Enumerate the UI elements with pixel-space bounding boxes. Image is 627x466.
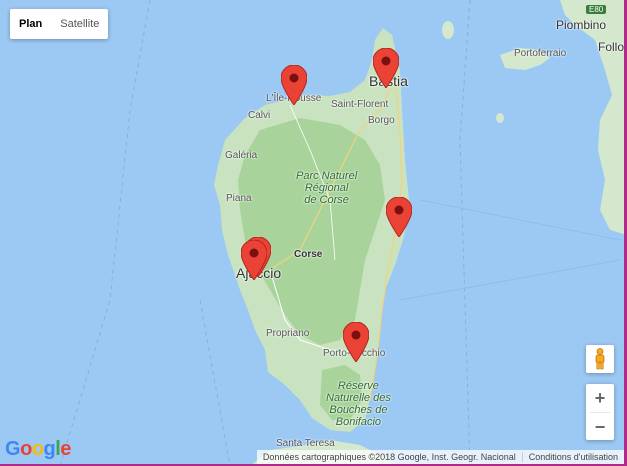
place-propriano: Propriano: [266, 328, 310, 339]
pegman-icon: [595, 348, 605, 370]
place-saint-florent: Saint-Florent: [331, 99, 389, 110]
park-corse-label: Parc Naturel Régional de Corse: [296, 170, 358, 206]
marker-pin-icon: [373, 48, 399, 88]
map-base-layer: [59, 0, 627, 466]
map-marker-ile-rousse[interactable]: [281, 65, 307, 105]
map-marker-porto-vecchio[interactable]: [343, 322, 369, 362]
terms-of-use-link[interactable]: Conditions d'utilisation: [521, 452, 624, 462]
mainland-italy: [560, 0, 627, 235]
marker-pin-icon: [281, 65, 307, 105]
map-type-control: Plan Satellite: [10, 9, 109, 39]
place-piana: Piana: [226, 193, 252, 204]
google-logo[interactable]: Google: [5, 438, 71, 461]
marker-pin-icon: [386, 197, 412, 237]
place-santa-teresa: Santa Teresa: [276, 438, 335, 449]
map-marker-ajaccio[interactable]: [241, 240, 267, 280]
park-bonifacio-label: Réserve Naturelle des Bouches de Bonifac…: [326, 380, 391, 428]
map-marker-bastia[interactable]: [373, 48, 399, 88]
map-type-satellite-button[interactable]: Satellite: [51, 9, 108, 39]
map-marker-east-coast[interactable]: [386, 197, 412, 237]
map-canvas[interactable]: Piombino Follo E80 Portoferraio L'Île-Ro…: [0, 0, 627, 466]
zoom-in-button[interactable]: +: [586, 384, 614, 412]
marker-pin-icon: [241, 240, 267, 280]
map-attribution-bar: Données cartographiques ©2018 Google, In…: [256, 450, 624, 464]
place-calvi: Calvi: [248, 110, 271, 121]
place-portoferraio: Portoferraio: [514, 48, 567, 59]
place-corse: Corse: [294, 249, 323, 260]
place-piombino: Piombino: [556, 18, 607, 32]
map-type-plan-button[interactable]: Plan: [10, 9, 51, 39]
highway-badge: E80: [586, 5, 607, 14]
zoom-control: + −: [586, 384, 614, 440]
street-view-pegman-button[interactable]: [586, 345, 614, 373]
map-attribution-text: Données cartographiques ©2018 Google, In…: [262, 452, 516, 462]
marker-pin-icon: [343, 322, 369, 362]
place-galeria: Galéria: [225, 150, 258, 161]
place-borgo: Borgo: [368, 115, 395, 126]
zoom-out-button[interactable]: −: [586, 413, 614, 441]
place-follo: Follo: [598, 40, 625, 54]
